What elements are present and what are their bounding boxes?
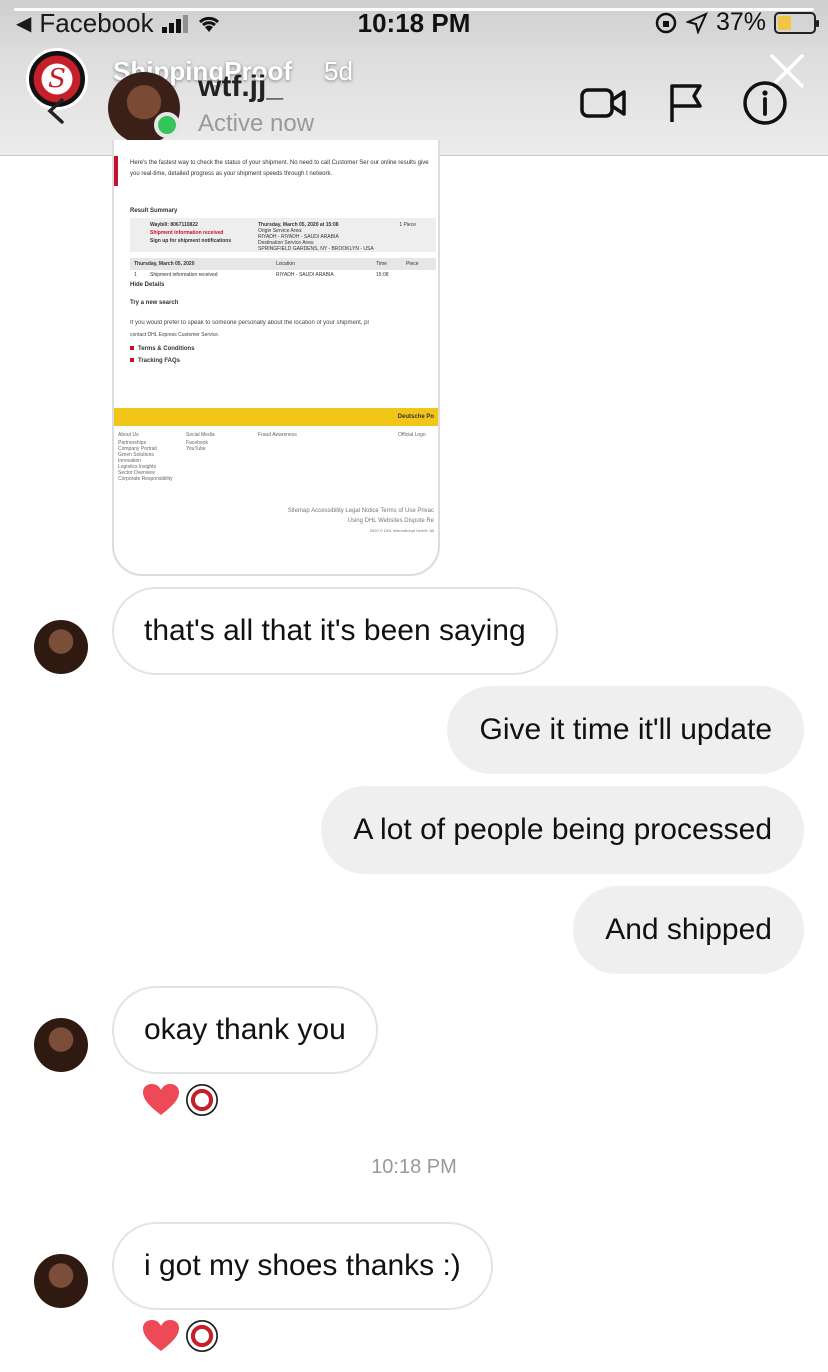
shared-screenshot[interactable]: Here's the fastest way to check the stat…	[112, 140, 440, 576]
sender-avatar[interactable]	[34, 1254, 88, 1308]
message-outgoing[interactable]: A lot of people being processed	[321, 786, 804, 874]
shipment-status: Shipment information received	[150, 230, 224, 236]
events-table-row: 1 Shipment information received RIYADH -…	[134, 272, 389, 278]
story-age: 5d	[324, 56, 353, 86]
footer-link: Social Media	[186, 432, 215, 438]
message-outgoing[interactable]: And shipped	[573, 886, 804, 974]
events-table-header: Thursday, March 05, 2020 Location Time P…	[130, 258, 436, 270]
footer-column: Fraud Awareness	[258, 432, 297, 440]
message-reactions[interactable]	[142, 1082, 220, 1118]
flag-icon[interactable]	[662, 80, 712, 126]
result-summary-title: Result Summary	[130, 208, 178, 214]
message-timestamp: 10:18 PM	[371, 1156, 457, 1178]
contact-link: contact DHL Express Customer Service.	[130, 332, 220, 338]
contact-username[interactable]: wtf.jj_	[198, 70, 283, 104]
message-reactions[interactable]	[142, 1318, 220, 1354]
footer-column: About Us Partnerships Company Portrait Gree…	[118, 432, 172, 482]
footer-link: About Us	[118, 432, 139, 438]
footer-links: Sitemap Accessibility Legal Notice Terms…	[287, 508, 434, 533]
pieces-count: 1 Piece	[399, 222, 416, 228]
heart-reaction-icon	[143, 1320, 179, 1351]
tracking-page-image: Here's the fastest way to check the stat…	[114, 140, 438, 574]
reactor-avatar	[184, 1082, 220, 1118]
message-incoming[interactable]: i got my shoes thanks :)	[112, 1222, 493, 1310]
footer-link: Official Logo	[398, 432, 426, 438]
lock-rotation-icon	[655, 12, 677, 33]
video-call-icon[interactable]	[578, 80, 628, 126]
page-footer: About Us Partnerships Company Portrait Gree…	[118, 432, 434, 502]
footer-column: Social Media Facebook YouTube	[186, 432, 215, 452]
battery-percent: 37%	[715, 8, 766, 36]
faq-link: Tracking FAQs	[130, 358, 180, 364]
footer-link: Corporate Responsibility	[118, 476, 173, 482]
sender-avatar[interactable]	[34, 620, 88, 674]
brand-bar	[114, 156, 118, 186]
destination-value: SPRINGFIELD GARDENS, NY - BROOKLYN - USA	[258, 246, 374, 252]
footer-link: Fraud Awareness	[258, 432, 297, 438]
signup-link: Sign up for shipment notifications	[150, 238, 232, 244]
message-outgoing[interactable]: Give it time it'll update	[447, 686, 804, 774]
terms-link: Terms & Conditions	[130, 346, 195, 352]
info-icon[interactable]	[740, 80, 790, 126]
story-progress-bar	[14, 8, 814, 11]
reactor-avatar	[184, 1318, 220, 1354]
battery-icon	[774, 11, 819, 34]
contact-text: If you would prefer to speak to someone …	[130, 320, 369, 326]
contact-status: Active now	[198, 110, 315, 137]
hide-details-link: Hide Details	[130, 282, 165, 288]
tracking-intro: Here's the fastest way to check the stat…	[130, 160, 429, 177]
location-icon	[685, 11, 708, 34]
result-summary-box: Waybill: 8067110822 Shipment information…	[130, 218, 436, 252]
status-right: 37%	[654, 8, 819, 37]
footer-link: YouTube	[186, 446, 206, 452]
message-incoming[interactable]: okay thank you	[112, 986, 378, 1074]
new-search-link: Try a new search	[130, 300, 179, 306]
status-bar: ◀ Facebook 10:18 PM 37%	[0, 0, 828, 46]
back-icon[interactable]	[40, 96, 70, 126]
message-incoming[interactable]: that's all that it's been saying	[112, 587, 558, 675]
sender-avatar[interactable]	[34, 1018, 88, 1072]
footer-column: Official Logo	[398, 432, 426, 440]
waybill-number: Waybill: 8067110822	[150, 222, 198, 228]
dhl-banner: Deutsche Po	[114, 408, 438, 426]
heart-reaction-icon	[143, 1084, 179, 1115]
online-indicator	[154, 112, 180, 138]
